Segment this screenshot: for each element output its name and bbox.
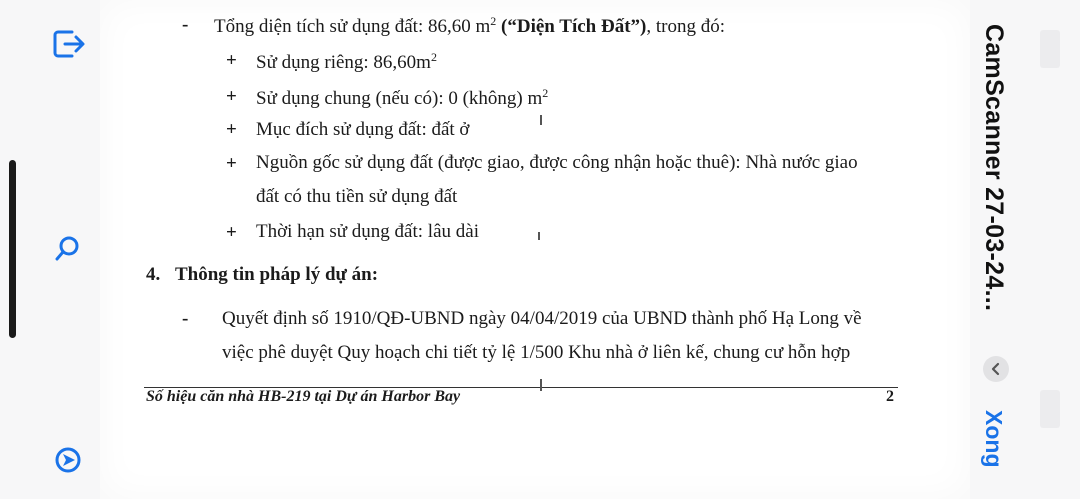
scroll-handle[interactable]	[9, 160, 16, 338]
total-area-line: Tổng diện tích sử dụng đất: 86,60 m2 (“D…	[214, 14, 725, 37]
faded-glyph	[1040, 390, 1060, 428]
exit-icon[interactable]	[48, 24, 88, 64]
page-number: 2	[886, 388, 894, 405]
faded-glyph	[1040, 30, 1060, 68]
purpose-line: Mục đích sử dụng đất: đất ở	[256, 119, 470, 140]
document-title: CamScanner 27-03-24...	[980, 24, 1008, 312]
bullet-plus: +	[226, 119, 237, 140]
origin-line-1: Nguồn gốc sử dụng đất (được giao, được c…	[256, 152, 858, 173]
scan-mark	[538, 232, 540, 240]
search-icon[interactable]	[48, 228, 88, 268]
bullet-plus: +	[226, 222, 237, 243]
scan-mark	[540, 115, 542, 125]
origin-line-2: đất có thu tiền sử dụng đất	[256, 186, 458, 207]
decision-line-2: việc phê duyệt Quy hoạch chi tiết tỷ lệ …	[222, 342, 851, 363]
section-number: 4.	[146, 264, 161, 285]
document-page: - Tổng diện tích sử dụng đất: 86,60 m2 (…	[100, 0, 970, 499]
bullet-plus: +	[226, 153, 237, 174]
area-definition: (“Diện Tích Đất”)	[501, 16, 647, 37]
decision-line-1: Quyết định số 1910/QĐ-UBND ngày 04/04/20…	[222, 308, 862, 329]
bullet-plus: +	[226, 50, 237, 71]
done-button[interactable]: Xong	[980, 410, 1007, 468]
shared-use-line: Sử dụng chung (nếu có): 0 (không) m2	[256, 86, 549, 109]
term-line: Thời hạn sử dụng đất: lâu dài	[256, 221, 479, 242]
private-use-line: Sử dụng riêng: 86,60m2	[256, 50, 437, 73]
bullet-dash: -	[182, 308, 189, 329]
bullet-dash: -	[182, 14, 189, 35]
section-title: Thông tin pháp lý dự án:	[175, 264, 379, 285]
section-heading: 4. Thông tin pháp lý dự án:	[146, 264, 378, 286]
navigate-icon[interactable]	[48, 440, 88, 480]
left-toolbar	[0, 0, 100, 499]
chevron-left-icon[interactable]	[983, 356, 1009, 382]
scan-mark	[540, 379, 542, 391]
bullet-plus: +	[226, 86, 237, 107]
footer-text: Số hiệu căn nhà HB-219 tại Dự án Harbor …	[146, 388, 461, 405]
